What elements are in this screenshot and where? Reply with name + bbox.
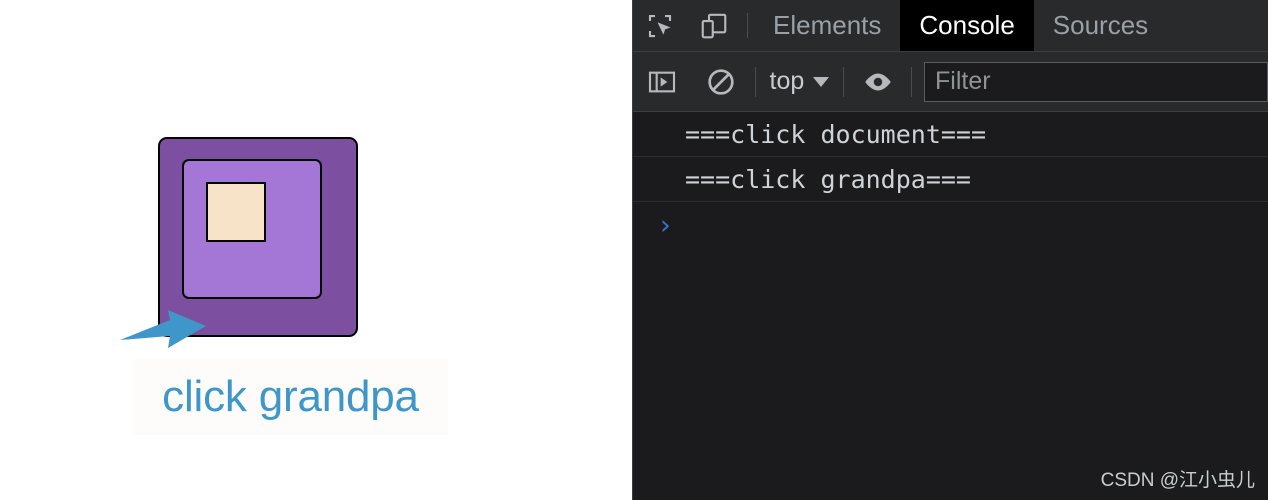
father-box[interactable]	[182, 159, 322, 299]
rendered-page-pane: click grandpa	[0, 0, 632, 500]
execution-context-label: top	[769, 67, 805, 95]
tab-console[interactable]: Console	[900, 0, 1034, 51]
console-output: ===click document=== ===click grandpa===…	[633, 112, 1268, 500]
toolbar-divider-3	[911, 66, 913, 97]
toolbar-divider-1	[754, 66, 756, 97]
devtools-panel: Elements Console Sources top Filter ===c…	[632, 0, 1268, 500]
pointer-arrow-icon	[120, 310, 206, 348]
tab-sources[interactable]: Sources	[1034, 0, 1167, 51]
filter-input[interactable]	[924, 61, 1268, 102]
annotation-label-text: click grandpa	[162, 372, 419, 421]
console-prompt[interactable]: ›	[633, 202, 1268, 248]
prompt-chevron-icon: ›	[657, 209, 674, 241]
devtools-tabbar: Elements Console Sources	[633, 0, 1268, 52]
device-toolbar-icon[interactable]	[687, 0, 741, 51]
toolbar-divider-2	[843, 66, 845, 97]
annotation-label: click grandpa	[133, 359, 448, 435]
console-message: ===click document===	[633, 112, 1268, 157]
clear-console-icon[interactable]	[692, 66, 751, 98]
console-toolbar: top	[633, 52, 1268, 112]
console-sidebar-icon[interactable]	[633, 66, 692, 98]
son-box[interactable]	[206, 182, 266, 242]
inspect-element-icon[interactable]	[633, 0, 687, 51]
watermark: CSDN @江小虫儿	[1100, 470, 1255, 491]
live-expression-eye-icon[interactable]	[848, 65, 907, 99]
execution-context-selector[interactable]: top	[760, 67, 840, 96]
chevron-down-icon	[813, 76, 830, 87]
console-message: ===click grandpa===	[633, 157, 1268, 202]
tabbar-divider	[747, 13, 748, 38]
tab-elements[interactable]: Elements	[754, 0, 900, 51]
grandpa-box[interactable]	[158, 137, 358, 337]
